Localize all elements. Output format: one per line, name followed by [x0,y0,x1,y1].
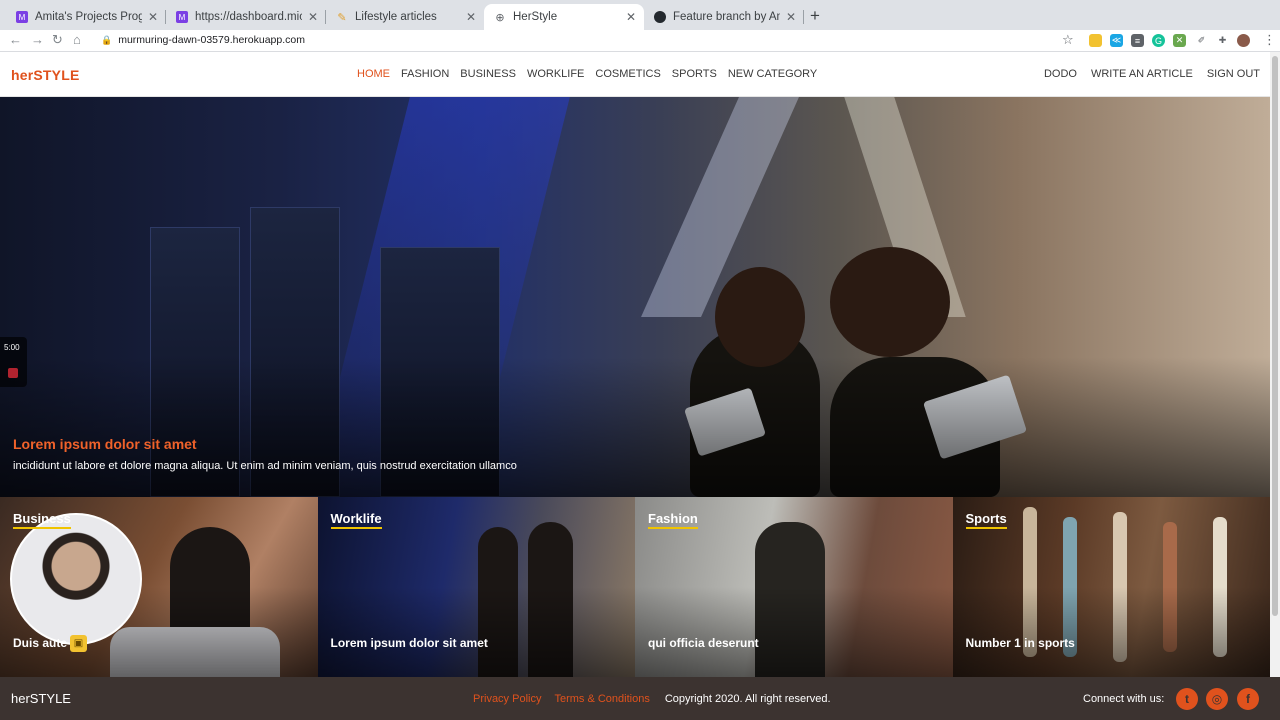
tab-title: Feature branch by Amita-Roy [673,11,780,23]
nav-home[interactable]: HOME [357,68,390,80]
category-card-worklife[interactable]: Worklife Lorem ipsum dolor sit amet [317,497,635,677]
card-overlay [635,587,953,677]
profile-avatar[interactable] [1237,34,1250,47]
page-scrollbar[interactable] [1270,52,1280,677]
forward-arrow-icon[interactable]: → [31,32,44,47]
webcam-overlay-avatar [10,513,142,645]
sign-out-link[interactable]: SIGN OUT [1207,68,1260,80]
nav-new-category[interactable]: NEW CATEGORY [728,68,817,80]
lock-icon: 🔒 [101,34,113,45]
card-category-label[interactable]: Worklife [330,511,382,529]
nav-cosmetics[interactable]: COSMETICS [595,68,660,80]
category-card-business[interactable]: Business Duis aute ▣ [0,497,318,677]
category-card-sports[interactable]: Sports Number 1 in sports [952,497,1270,677]
site-footer: herSTYLE Privacy Policy Terms & Conditio… [0,677,1280,720]
menu-dots-icon[interactable]: ⋮ [1263,32,1276,48]
microverse-favicon-icon: M [176,11,188,23]
nav-sports[interactable]: SPORTS [672,68,717,80]
close-tab-icon[interactable]: ✕ [786,10,796,24]
extension-icon[interactable] [1089,34,1102,47]
card-caption[interactable]: Duis aute [13,636,67,650]
card-caption[interactable]: Lorem ipsum dolor sit amet [331,636,488,650]
browser-tab-4[interactable]: Feature branch by Amita-Roy ✕ [644,4,804,30]
close-tab-icon[interactable]: ✕ [626,10,636,24]
footer-logo[interactable]: herSTYLE [11,691,71,706]
url-field[interactable]: 🔒 murmuring-dawn-03579.herokuapp.com [101,34,305,46]
microverse-favicon-icon: M [16,11,28,23]
tab-title: Amita's Projects Progress [35,11,142,23]
new-tab-icon[interactable]: + [810,6,820,26]
extension-icon[interactable]: ≡ [1131,34,1144,47]
hero-image-person-head [830,247,950,357]
recording-time: 5:00 [4,343,20,352]
card-caption[interactable]: Number 1 in sports [966,636,1075,650]
card-category-label[interactable]: Sports [965,511,1007,529]
hero-overlay [0,357,1270,497]
globe-favicon-icon: ⊕ [495,11,505,24]
browser-tab-2[interactable]: ✎ Lifestyle articles ✕ [326,4,484,30]
eyedropper-icon[interactable]: ✐ [1195,34,1208,47]
puzzle-icon[interactable]: ✚ [1216,34,1229,47]
grammarly-icon[interactable]: G [1152,34,1165,47]
url-text: murmuring-dawn-03579.herokuapp.com [118,34,305,46]
copyright-text: Copyright 2020. All right reserved. [664,693,831,705]
stop-recording-icon[interactable] [8,368,18,378]
terms-link[interactable]: Terms & Conditions [554,693,649,705]
nav-fashion[interactable]: FASHION [401,68,449,80]
bookmark-star-icon[interactable]: ☆ [1062,32,1074,48]
category-card-fashion[interactable]: Fashion qui officia deserunt [635,497,953,677]
card-overlay [317,587,635,677]
pencil-favicon-icon: ✎ [337,11,347,24]
close-tab-icon[interactable]: ✕ [148,10,158,24]
nav-worklife[interactable]: WORKLIFE [527,68,584,80]
tab-title: HerStyle [513,11,558,23]
github-favicon-icon [654,11,666,23]
hero-title[interactable]: Lorem ipsum dolor sit amet [13,436,197,452]
nav-business[interactable]: BUSINESS [460,68,516,80]
home-icon[interactable]: ⌂ [73,32,81,47]
close-tab-icon[interactable]: ✕ [466,10,476,24]
browser-tab-3[interactable]: ⊕ HerStyle ✕ [484,4,644,30]
scrollbar-thumb[interactable] [1272,56,1278,616]
close-tab-icon[interactable]: ✕ [308,10,318,24]
reload-icon[interactable]: ↻ [52,32,63,48]
card-category-label[interactable]: Business [13,511,71,529]
gift-icon[interactable]: ▣ [70,635,87,652]
user-name-link[interactable]: DODO [1044,68,1077,80]
hero-subtitle: incididunt ut labore et dolore magna ali… [13,460,517,472]
tab-title: https://dashboard.microverse. [195,11,302,23]
twitter-icon[interactable]: t [1176,688,1198,710]
privacy-policy-link[interactable]: Privacy Policy [473,693,541,705]
main-nav: HOME FASHION BUSINESS WORKLIFE COSMETICS… [357,68,828,80]
card-caption[interactable]: qui officia deserunt [648,636,759,650]
browser-tab-1[interactable]: M https://dashboard.microverse. ✕ [166,4,326,30]
instagram-icon[interactable]: ◎ [1206,688,1228,710]
tab-title: Lifestyle articles [355,11,437,23]
browser-tab-0[interactable]: M Amita's Projects Progress ✕ [6,4,166,30]
category-cards: Business Duis aute ▣ Worklife Lorem ipsu… [0,497,1270,677]
extension-icon[interactable]: ≪ [1110,34,1123,47]
browser-tab-bar: M Amita's Projects Progress ✕ M https://… [0,0,1280,30]
user-nav: DODO WRITE AN ARTICLE SIGN OUT [1030,68,1260,80]
footer-links: Privacy Policy Terms & Conditions Copyri… [473,693,831,705]
card-overlay [952,587,1270,677]
back-arrow-icon[interactable]: ← [9,32,22,47]
connect-label: Connect with us: [1083,693,1165,705]
browser-address-bar: ← → ↻ ⌂ 🔒 murmuring-dawn-03579.herokuapp… [0,30,1280,52]
site-logo[interactable]: herSTYLE [11,67,80,83]
write-article-link[interactable]: WRITE AN ARTICLE [1091,68,1193,80]
facebook-icon[interactable]: f [1237,688,1259,710]
recording-timer-widget[interactable]: 5:00 [0,337,27,387]
hero-banner[interactable]: Lorem ipsum dolor sit amet incididunt ut… [0,97,1270,497]
card-category-label[interactable]: Fashion [648,511,698,529]
hero-image-person-head [715,267,805,367]
extension-icon[interactable]: ✕ [1173,34,1186,47]
site-header: herSTYLE HOME FASHION BUSINESS WORKLIFE … [0,52,1270,97]
